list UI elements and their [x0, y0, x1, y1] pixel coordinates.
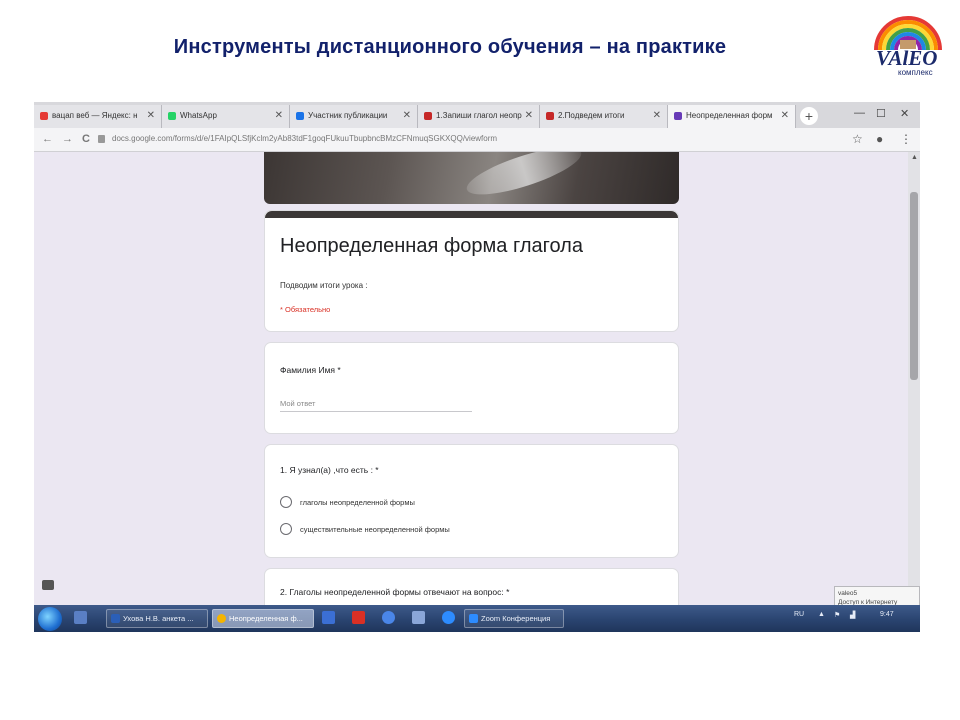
question-title: 2. Глаголы неопределенной формы отвечают… [280, 587, 510, 597]
tab-active-form[interactable]: Неопределенная форм ✕ [668, 105, 796, 128]
slide-title: Инструменты дистанционного обучения – на… [173, 36, 727, 58]
tab-label: вацап веб — Яндекс: н [52, 111, 138, 120]
close-tab-icon[interactable]: ✕ [525, 110, 533, 121]
app-icon[interactable] [382, 611, 395, 624]
address-bar: ← → C docs.google.com/forms/d/e/1FAIpQLS… [34, 128, 920, 152]
close-window-icon[interactable]: ✕ [900, 107, 909, 120]
close-tab-icon[interactable]: ✕ [147, 110, 155, 121]
minimize-icon[interactable]: — [854, 107, 865, 119]
tab-label: 2.Подведем итоги [558, 111, 625, 120]
tab-label: WhatsApp [180, 111, 217, 120]
tray-arrow-icon[interactable]: ▲ [818, 611, 825, 618]
word-icon [111, 614, 120, 623]
required-note: * Обязательно [280, 305, 331, 314]
taskbar-chrome[interactable]: Неопределенная ф... [212, 609, 314, 628]
taskbar-button-label: Zoom Конференция [481, 614, 551, 623]
forms-icon [424, 112, 432, 120]
feather-image [462, 152, 586, 204]
chrome-icon [217, 614, 226, 623]
url-field[interactable]: docs.google.com/forms/d/e/1FAIpQLSfjKclm… [112, 134, 497, 143]
form-header-image [264, 152, 679, 204]
close-tab-icon[interactable]: ✕ [653, 110, 661, 121]
question-card-1: 1. Я узнал(а) ,что есть : * глаголы неоп… [264, 444, 679, 558]
maximize-icon[interactable]: ☐ [876, 107, 886, 120]
browser-tab-bar: вацап веб — Яндекс: н ✕ WhatsApp ✕ Участ… [34, 102, 920, 128]
radio-button[interactable] [280, 496, 292, 508]
close-tab-icon[interactable]: ✕ [403, 110, 411, 121]
windows-taskbar: Ухова Н.В. анкета ... Неопределенная ф..… [34, 605, 920, 632]
page-viewport: Неопределенная форма глагола Подводим ит… [34, 152, 920, 605]
taskbar-button-label: Ухова Н.В. анкета ... [123, 614, 194, 623]
app-icon[interactable] [412, 611, 425, 624]
lock-icon [98, 135, 105, 143]
scroll-up-icon[interactable]: ▲ [911, 154, 918, 161]
taskbar-word-document[interactable]: Ухова Н.В. анкета ... [106, 609, 208, 628]
app-icon[interactable] [352, 611, 365, 624]
logo-subtitle: комплекс [898, 68, 933, 77]
new-tab-button[interactable]: + [800, 107, 818, 125]
tab-form-1[interactable]: 1.Запиши глагол неопр ✕ [418, 105, 540, 128]
flag-icon[interactable]: ⚑ [834, 611, 840, 619]
tab-whatsapp[interactable]: WhatsApp ✕ [162, 105, 290, 128]
menu-icon[interactable]: ⋮ [900, 132, 912, 146]
tab-label: Неопределенная форм [686, 111, 773, 120]
zoom-icon [469, 614, 478, 623]
back-icon[interactable]: ← [42, 133, 53, 145]
forms-icon [546, 112, 554, 120]
app-icon[interactable] [442, 611, 455, 624]
close-tab-icon[interactable]: ✕ [275, 110, 283, 121]
reload-icon[interactable]: C [82, 133, 90, 145]
form-title-card: Неопределенная форма глагола Подводим ит… [264, 210, 679, 332]
question-title: Фамилия Имя * [280, 365, 341, 375]
question-card-2: 2. Глаголы неопределенной формы отвечают… [264, 568, 679, 605]
network-icon[interactable]: ▟ [850, 611, 855, 619]
tab-yandex[interactable]: вацап веб — Яндекс: н ✕ [34, 105, 162, 128]
tab-participant[interactable]: Участник публикации ✕ [290, 105, 418, 128]
slide: Инструменты дистанционного обучения – на… [0, 0, 960, 720]
valeo-logo: VAlEO комплекс [870, 10, 946, 77]
app-icon[interactable] [322, 611, 335, 624]
yandex-icon [40, 112, 48, 120]
scrollbar-thumb[interactable] [910, 192, 918, 380]
question-card-name: Фамилия Имя * Мой ответ [264, 342, 679, 434]
bookmark-star-icon[interactable]: ☆ [852, 132, 863, 146]
feedback-icon[interactable] [42, 580, 54, 590]
logo-text: VAlEO [876, 46, 938, 70]
tab-label: 1.Запиши глагол неопр [436, 111, 522, 120]
language-indicator[interactable]: RU [794, 611, 804, 618]
clock[interactable]: 9:47 [880, 611, 894, 618]
taskbar-button-label: Неопределенная ф... [229, 614, 303, 623]
option-label: существительные неопределенной формы [300, 525, 450, 534]
tab-form-2[interactable]: 2.Подведем итоги ✕ [540, 105, 668, 128]
forward-icon[interactable]: → [62, 133, 73, 145]
show-desktop-icon[interactable] [74, 611, 87, 624]
scrollbar[interactable]: ▲ [908, 152, 920, 605]
close-tab-icon[interactable]: ✕ [781, 110, 789, 121]
whatsapp-icon [168, 112, 176, 120]
form-description: Подводим итоги урока : [280, 281, 368, 290]
radio-button[interactable] [280, 523, 292, 535]
google-forms-icon [674, 112, 682, 120]
account-icon[interactable]: ● [876, 132, 883, 146]
name-answer-input[interactable]: Мой ответ [280, 396, 472, 412]
option-label: глаголы неопределенной формы [300, 498, 415, 507]
form-title: Неопределенная форма глагола [280, 235, 583, 257]
start-button[interactable] [38, 607, 62, 631]
zoom-icon [296, 112, 304, 120]
taskbar-zoom[interactable]: Zoom Конференция [464, 609, 564, 628]
notification-network-name: valeo5 [838, 590, 858, 597]
tab-label: Участник публикации [308, 111, 388, 120]
screenshot-window: вацап веб — Яндекс: н ✕ WhatsApp ✕ Участ… [34, 102, 920, 632]
question-title: 1. Я узнал(а) ,что есть : * [280, 465, 379, 475]
card-accent [265, 211, 678, 218]
